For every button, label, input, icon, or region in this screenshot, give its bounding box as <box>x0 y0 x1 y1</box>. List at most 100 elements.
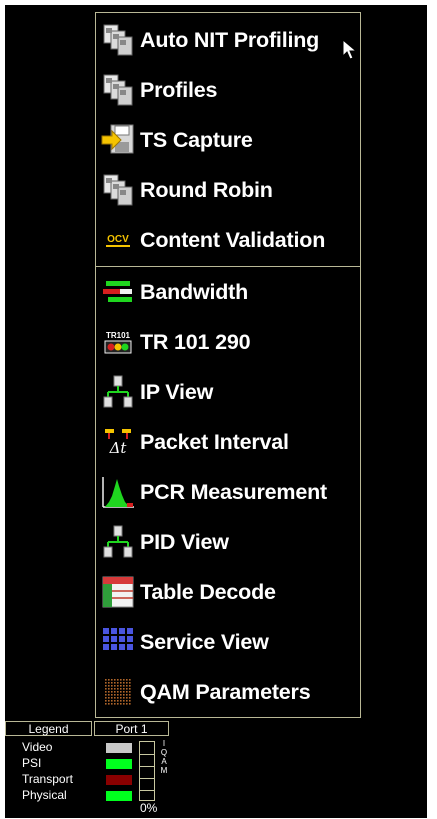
menu-item-label: IP View <box>140 379 214 404</box>
tree-hierarchy-icon <box>100 374 136 410</box>
table-icon <box>100 574 136 610</box>
menu-item-service-view[interactable]: Service View <box>100 620 356 664</box>
tr101-icon-text: TR101 <box>105 330 130 340</box>
menu-item-content-validation[interactable]: OCV Content Validation <box>100 218 356 262</box>
legend-label-psi: PSI <box>22 756 42 770</box>
constellation-dot <box>117 703 119 705</box>
constellation-dot <box>123 703 125 705</box>
legend-label-transport: Transport <box>22 772 73 786</box>
constellation-dot <box>129 679 131 681</box>
menu-item-label: Content Validation <box>140 227 326 252</box>
menu-item-label: Profiles <box>140 77 218 102</box>
constellation-dot <box>126 682 128 684</box>
legend-swatch-transport <box>106 775 132 785</box>
menu-item-round-robin[interactable]: Round Robin <box>100 168 356 212</box>
tr101-traffic-light-icon: TR101 <box>100 324 136 360</box>
constellation-dot <box>123 697 125 699</box>
constellation-dot <box>105 691 107 693</box>
constellation-dot <box>120 694 122 696</box>
constellation-dot <box>126 703 128 705</box>
constellation-dot <box>129 694 131 696</box>
constellation-dot <box>108 691 110 693</box>
menu-item-label: TR 101 290 <box>140 329 251 354</box>
legend-swatch-video <box>106 743 132 753</box>
constellation-dot <box>114 700 116 702</box>
constellation-dot <box>117 679 119 681</box>
menu-item-profiles[interactable]: Profiles <box>100 68 356 112</box>
delta-t-icon: Δt <box>100 424 136 460</box>
menu-item-qam-parameters[interactable]: QAM Parameters <box>100 670 356 714</box>
constellation-dot <box>111 694 113 696</box>
floppy-arrow-icon <box>100 122 136 158</box>
menu-item-table-decode[interactable]: Table Decode <box>100 570 356 614</box>
constellation-dot <box>108 703 110 705</box>
constellation-dot <box>129 685 131 687</box>
menu-item-auto-nit-profiling[interactable]: Auto NIT Profiling <box>100 18 356 62</box>
tools-menu: Auto NIT Profiling Profiles TS Capture R… <box>95 12 361 718</box>
constellation-dot <box>126 691 128 693</box>
constellation-dot <box>108 697 110 699</box>
constellation-dot <box>111 691 113 693</box>
constellation-dot <box>126 679 128 681</box>
constellation-dot <box>117 697 119 699</box>
constellation-dot <box>126 688 128 690</box>
menu-item-pcr-measurement[interactable]: PCR Measurement <box>100 470 356 514</box>
qam-letter: I <box>162 739 166 748</box>
constellation-dot <box>117 685 119 687</box>
constellation-dot <box>105 697 107 699</box>
constellation-dot <box>105 682 107 684</box>
constellation-dot <box>120 697 122 699</box>
constellation-dot <box>108 694 110 696</box>
constellation-dot <box>123 688 125 690</box>
constellation-dot <box>111 697 113 699</box>
constellation-dot <box>129 682 131 684</box>
port-tab[interactable]: Port 1 <box>94 721 169 736</box>
constellation-dot <box>108 700 110 702</box>
mouse-pointer-icon <box>342 39 358 60</box>
constellation-dot <box>114 694 116 696</box>
histogram-icon <box>100 474 136 510</box>
constellation-dot <box>123 694 125 696</box>
menu-item-label: Bandwidth <box>140 279 249 304</box>
ocv-icon-text: OCV <box>106 233 130 247</box>
menu-item-label: PID View <box>140 529 229 554</box>
menu-item-ip-view[interactable]: IP View <box>100 370 356 414</box>
constellation-dot <box>105 694 107 696</box>
bandwidth-bars-icon <box>100 274 136 310</box>
constellation-dot <box>120 700 122 702</box>
constellation-dot <box>114 691 116 693</box>
constellation-dot <box>126 685 128 687</box>
menu-item-label: Service View <box>140 629 269 654</box>
constellation-dot <box>114 697 116 699</box>
constellation-dot <box>114 703 116 705</box>
constellation-dot <box>105 700 107 702</box>
menu-item-ts-capture[interactable]: TS Capture <box>100 118 356 162</box>
constellation-dot <box>120 679 122 681</box>
documents-stack-icon <box>100 172 136 208</box>
qam-letter: Q <box>160 748 168 757</box>
constellation-dot <box>108 679 110 681</box>
menu-item-pid-view[interactable]: PID View <box>100 520 356 564</box>
constellation-dot <box>120 682 122 684</box>
legend-label-video: Video <box>22 740 53 754</box>
menu-divider <box>96 266 360 267</box>
menu-item-label: TS Capture <box>140 127 253 152</box>
menu-item-packet-interval[interactable]: Δt Packet Interval <box>100 420 356 464</box>
constellation-dot <box>123 679 125 681</box>
constellation-dot <box>129 688 131 690</box>
constellation-dot <box>108 682 110 684</box>
menu-item-tr-101-290[interactable]: TR101 TR 101 290 <box>100 320 356 364</box>
menu-item-label: Table Decode <box>140 579 276 604</box>
menu-item-bandwidth[interactable]: Bandwidth <box>100 270 356 314</box>
constellation-dot <box>105 703 107 705</box>
constellation-dot <box>117 700 119 702</box>
constellation-dot <box>129 700 131 702</box>
constellation-dot <box>108 688 110 690</box>
constellation-dot <box>105 685 107 687</box>
ocv-icon: OCV <box>100 222 136 258</box>
menu-item-label: PCR Measurement <box>140 479 327 504</box>
menu-item-label: Round Robin <box>140 177 273 202</box>
constellation-icon <box>100 674 136 710</box>
constellation-dot <box>129 697 131 699</box>
legend-tab[interactable]: Legend <box>5 721 92 736</box>
